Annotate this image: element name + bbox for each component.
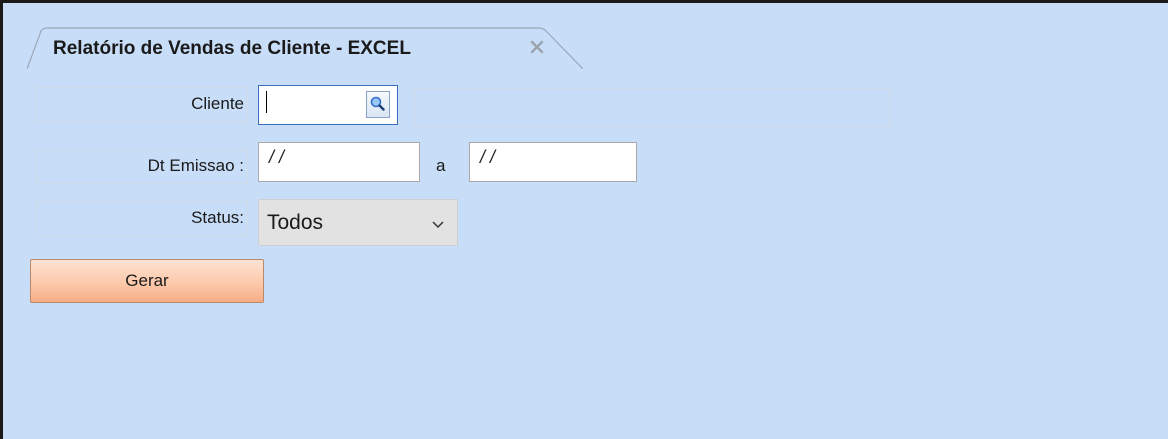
- close-icon[interactable]: [529, 39, 545, 55]
- report-tab[interactable]: Relatório de Vendas de Cliente - EXCEL: [27, 27, 583, 69]
- date-range-separator: a: [436, 156, 446, 175]
- dt-emissao-from-value: / /: [269, 147, 285, 167]
- status-label: Status:: [191, 208, 244, 227]
- cliente-name-display: [414, 88, 891, 127]
- magnifier-icon: [370, 96, 385, 111]
- tab-title: Relatório de Vendas de Cliente - EXCEL: [53, 38, 411, 59]
- status-label-box: Status:: [36, 201, 248, 236]
- cliente-label-box: Cliente: [36, 87, 248, 122]
- report-window: Relatório de Vendas de Cliente - EXCEL C…: [0, 0, 1168, 439]
- text-caret: [266, 91, 267, 113]
- cliente-label: Cliente: [191, 94, 244, 113]
- chevron-down-icon: [431, 217, 445, 235]
- dt-emissao-to-input[interactable]: / /: [469, 142, 637, 182]
- dt-emissao-label-box: Dt Emissao :: [36, 149, 248, 184]
- status-select[interactable]: Todos: [258, 199, 458, 246]
- status-selected-value: Todos: [267, 211, 324, 234]
- cliente-lookup-button[interactable]: [366, 91, 390, 118]
- dt-emissao-label: Dt Emissao :: [147, 156, 244, 175]
- gerar-button[interactable]: Gerar: [30, 259, 264, 303]
- dt-emissao-to-value: / /: [480, 147, 496, 167]
- dt-emissao-from-input[interactable]: / /: [258, 142, 420, 182]
